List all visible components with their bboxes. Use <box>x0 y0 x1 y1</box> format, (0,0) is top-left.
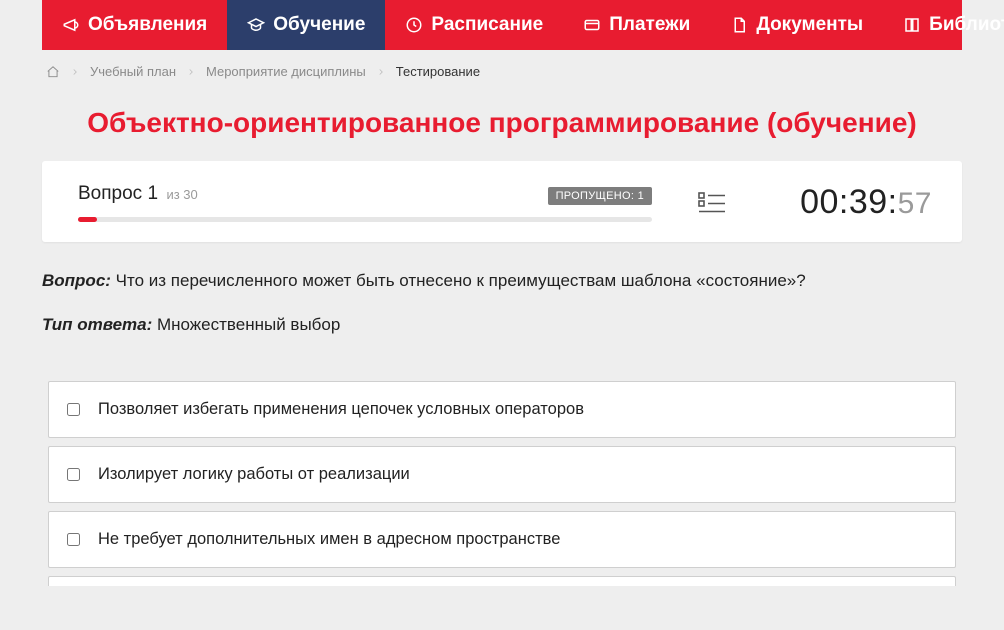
status-card: Вопрос 1 из 30 ПРОПУЩЕНО: 1 <box>42 161 962 242</box>
nav-documents[interactable]: Документы <box>710 0 883 50</box>
answer-text: Позволяет избегать применения цепочек ус… <box>98 400 584 419</box>
home-icon[interactable] <box>46 65 60 79</box>
page-title: Объектно-ориентированное программировани… <box>12 89 992 161</box>
nav-label: Библиотека <box>929 14 1004 36</box>
document-icon <box>730 16 748 34</box>
nav-label: Платежи <box>609 14 690 36</box>
nav-library[interactable]: Библиотека <box>883 0 1004 50</box>
megaphone-icon <box>62 16 80 34</box>
chevron-right-icon <box>70 67 80 77</box>
answer-option[interactable]: Изолирует логику работы от реализации <box>48 446 956 503</box>
breadcrumb-link-plan[interactable]: Учебный план <box>90 64 176 79</box>
clock-icon <box>405 16 423 34</box>
answers-list: Позволяет избегать применения цепочек ус… <box>12 355 992 586</box>
answer-option[interactable]: Не требует дополнительных имен в адресно… <box>48 511 956 568</box>
chevron-right-icon <box>186 67 196 77</box>
answer-type-text: Множественный выбор <box>152 315 340 334</box>
progress-fill <box>78 217 97 222</box>
question-counter-row: Вопрос 1 из 30 ПРОПУЩЕНО: 1 <box>78 183 652 205</box>
breadcrumb-link-event[interactable]: Мероприятие дисциплины <box>206 64 366 79</box>
answer-checkbox[interactable] <box>67 533 80 546</box>
question-list-button[interactable] <box>652 190 772 216</box>
card-icon <box>583 16 601 34</box>
status-left: Вопрос 1 из 30 ПРОПУЩЕНО: 1 <box>78 183 652 222</box>
answer-checkbox[interactable] <box>67 403 80 416</box>
nav-schedule[interactable]: Расписание <box>385 0 563 50</box>
answer-text: Изолирует логику работы от реализации <box>98 465 410 484</box>
question-number: Вопрос 1 <box>78 183 158 204</box>
list-icon <box>698 190 726 216</box>
answer-option-cutoff <box>48 576 956 586</box>
answer-option[interactable]: Позволяет избегать применения цепочек ус… <box>48 381 956 438</box>
nav-label: Объявления <box>88 14 207 36</box>
answer-type-prefix: Тип ответа: <box>42 315 152 334</box>
question-total: из 30 <box>166 187 197 202</box>
breadcrumb: Учебный план Мероприятие дисциплины Тест… <box>12 50 992 89</box>
answer-checkbox[interactable] <box>67 468 80 481</box>
question-text: Что из перечисленного может быть отнесен… <box>111 271 806 290</box>
question-body: Вопрос: Что из перечисленного может быть… <box>12 268 992 337</box>
question-counter: Вопрос 1 из 30 <box>78 183 198 205</box>
answer-type-line: Тип ответа: Множественный выбор <box>42 312 962 338</box>
chevron-right-icon <box>376 67 386 77</box>
progress-bar <box>78 217 652 222</box>
main-nav: Объявления Обучение Расписание Платежи <box>42 0 962 50</box>
timer-seconds: 57 <box>898 187 932 220</box>
breadcrumb-current: Тестирование <box>396 64 480 79</box>
book-icon <box>903 16 921 34</box>
nav-education[interactable]: Обучение <box>227 0 385 50</box>
nav-payments[interactable]: Платежи <box>563 0 710 50</box>
nav-announcements[interactable]: Объявления <box>42 0 227 50</box>
nav-label: Документы <box>756 14 863 36</box>
question-text-line: Вопрос: Что из перечисленного может быть… <box>42 268 962 294</box>
question-prefix: Вопрос: <box>42 271 111 290</box>
answer-text: Не требует дополнительных имен в адресно… <box>98 530 560 549</box>
nav-label: Расписание <box>431 14 543 36</box>
timer-main: 00:39: <box>800 183 898 221</box>
graduation-cap-icon <box>247 16 265 34</box>
skipped-badge: ПРОПУЩЕНО: 1 <box>548 187 652 205</box>
nav-label: Обучение <box>273 14 365 36</box>
timer: 00:39:57 <box>772 183 932 222</box>
page: Объявления Обучение Расписание Платежи <box>12 0 992 626</box>
viewport-scroll[interactable]: Объявления Обучение Расписание Платежи <box>0 0 1004 630</box>
